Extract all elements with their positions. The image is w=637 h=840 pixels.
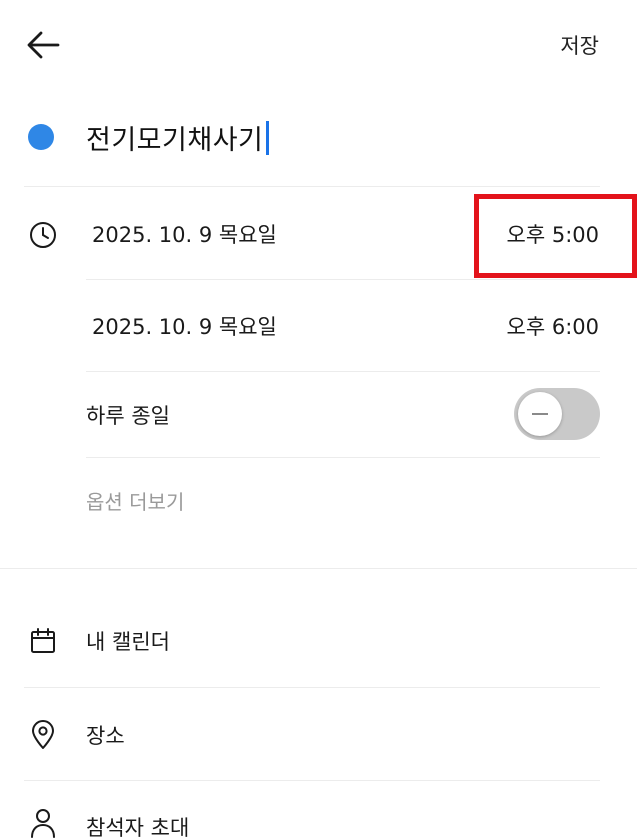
start-date[interactable]: 2025. 10. 9 목요일 [92, 219, 277, 249]
back-button[interactable] [22, 24, 64, 66]
text-caret [266, 120, 270, 155]
title-row: 전기모기채사기 [0, 105, 637, 177]
event-edit-screen: 저장 전기모기채사기 2025. 10. 9 목요일 오후 5:00 2025.… [0, 0, 637, 840]
divider [24, 186, 600, 187]
location-row[interactable]: 장소 [0, 692, 637, 778]
calendar-icon [28, 626, 58, 656]
all-day-label: 하루 종일 [86, 404, 170, 428]
divider [86, 371, 600, 372]
calendar-row[interactable]: 내 캘린더 [0, 600, 637, 686]
event-color-dot[interactable] [28, 124, 54, 150]
all-day-toggle[interactable] [514, 388, 600, 440]
event-title-input[interactable]: 전기모기채사기 [86, 118, 270, 157]
end-datetime-row: 2025. 10. 9 목요일 오후 6:00 [0, 282, 637, 372]
save-button[interactable]: 저장 [560, 30, 599, 60]
divider [24, 687, 600, 688]
top-bar: 저장 [0, 0, 637, 90]
location-label: 장소 [86, 724, 125, 748]
divider [24, 780, 600, 781]
clock-icon [28, 220, 58, 250]
location-pin-icon [28, 720, 58, 750]
person-icon [28, 808, 58, 838]
toggle-knob [518, 392, 562, 436]
divider [86, 457, 600, 458]
event-title-text: 전기모기채사기 [86, 125, 264, 156]
end-date[interactable]: 2025. 10. 9 목요일 [92, 311, 277, 341]
divider [86, 279, 600, 280]
attendees-label: 참석자 초대 [86, 816, 190, 840]
more-options-button[interactable]: 옵션 더보기 [86, 486, 184, 515]
attendees-row[interactable]: 참석자 초대 [0, 786, 637, 840]
highlight-box [474, 194, 637, 278]
arrow-left-icon [27, 31, 60, 59]
section-divider [0, 568, 637, 569]
minus-icon [532, 413, 548, 415]
end-time[interactable]: 오후 6:00 [507, 311, 599, 341]
calendar-label: 내 캘린더 [86, 630, 170, 654]
